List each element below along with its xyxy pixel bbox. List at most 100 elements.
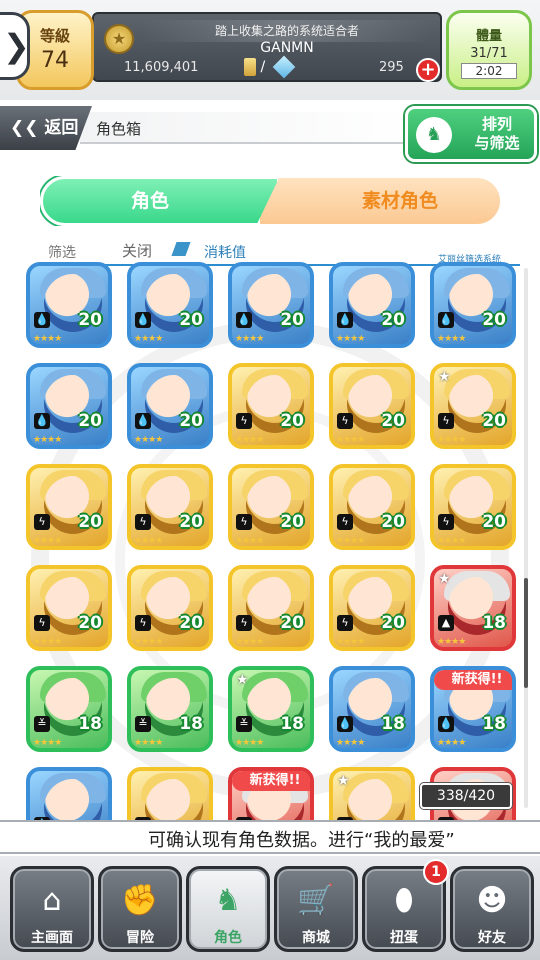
sort-filter-button[interactable]: ♞ 排列 与筛选 xyxy=(405,106,537,162)
cost-value: 20 xyxy=(381,411,405,431)
add-stones-button[interactable]: + xyxy=(416,58,440,82)
character-card[interactable]: ϟ xyxy=(127,767,213,820)
cost-value: 18 xyxy=(381,714,405,734)
rarity-stars: ★★★★ xyxy=(235,536,264,546)
page-title-bar: 角色箱 xyxy=(80,112,420,144)
character-card[interactable]: ≚ 18 ★★★★ ★ xyxy=(228,666,314,752)
rabbit-icon: ♞ xyxy=(416,117,452,153)
character-card[interactable]: ϟ 20 ★★★★ xyxy=(26,565,112,651)
cost-value: 20 xyxy=(179,613,203,633)
thunder-element-icon: ϟ xyxy=(135,514,151,530)
favorite-star-icon: ★ xyxy=(236,672,249,688)
cost-value: 20 xyxy=(179,310,203,330)
cost-value: 18 xyxy=(482,613,506,633)
scrollbar-thumb[interactable] xyxy=(524,578,528,688)
water-element-icon: 💧 xyxy=(34,413,50,429)
cost-value: 20 xyxy=(381,613,405,633)
character-card[interactable]: ϟ 20 ★★★★ xyxy=(329,464,415,550)
wind-element-icon: ≚ xyxy=(34,716,50,732)
crystal-icon xyxy=(272,55,295,79)
cost-value: 20 xyxy=(482,512,506,532)
nav-home-button[interactable]: ⌂ 主画面 xyxy=(10,866,94,952)
scrollbar[interactable] xyxy=(524,268,528,808)
water-element-icon: 💧 xyxy=(337,716,353,732)
nav-character-button[interactable]: ♞ 角色 xyxy=(186,866,270,952)
friends-icon: ☻ xyxy=(476,883,508,918)
rarity-stars: ★★★★ xyxy=(336,334,365,344)
character-grid: 💧 20 ★★★★ 💧 20 ★★★★ 💧 20 ★★★★ 💧 20 ★★★★ 💧 20 ★★★★ 💧 20 ★★… xyxy=(26,262,526,820)
character-card[interactable]: ϟ 20 ★★★★ xyxy=(127,565,213,651)
nav-adventure-button[interactable]: ✊ 冒险 xyxy=(98,866,182,952)
rarity-stars: ★★★★ xyxy=(134,435,163,445)
tab-character[interactable]: 角色 xyxy=(40,176,280,226)
rarity-stars: ★★★★ xyxy=(437,738,466,748)
player-name: GANMN xyxy=(260,40,314,56)
rarity-stars: ★★★★ xyxy=(33,536,62,546)
sort-key-label[interactable]: 消耗值 xyxy=(204,242,246,262)
sort-label-line2: 与筛选 xyxy=(474,134,520,152)
character-card[interactable]: ϟ 20 ★★★★ xyxy=(127,464,213,550)
character-card[interactable]: ▲ 18 ★★★★ ★ xyxy=(430,565,516,651)
inventory-count: 338/420 xyxy=(420,783,512,809)
cost-value: 20 xyxy=(78,411,102,431)
cost-value: 20 xyxy=(381,512,405,532)
character-card[interactable]: ϟ 20 ★★★★ xyxy=(329,565,415,651)
notification-badge: 1 xyxy=(423,859,449,885)
expand-tab[interactable]: ❯ xyxy=(0,12,30,80)
character-card[interactable]: 💧 18 ★★★★ xyxy=(329,666,415,752)
water-element-icon: 💧 xyxy=(135,312,151,328)
stone-count: 295 xyxy=(379,60,404,75)
character-card[interactable]: 💧 20 ★★★★ xyxy=(430,262,516,348)
cost-value: 20 xyxy=(78,512,102,532)
cost-value: 20 xyxy=(482,310,506,330)
back-button[interactable]: ❮❮ 返回 xyxy=(0,106,92,150)
cost-value: 18 xyxy=(78,714,102,734)
character-card[interactable]: ≚ 18 ★★★★ xyxy=(26,666,112,752)
filter-toggle[interactable]: 关闭 xyxy=(122,240,152,261)
thunder-element-icon: ϟ xyxy=(236,615,252,631)
character-card[interactable]: 💧 20 ★★★★ xyxy=(329,262,415,348)
sort-label-line1: 排列 xyxy=(481,115,512,133)
cost-value: 20 xyxy=(381,310,405,330)
character-card[interactable]: 💧 xyxy=(26,767,112,820)
character-card[interactable]: 💧 20 ★★★★ xyxy=(228,262,314,348)
character-card[interactable]: ▲新获得!! xyxy=(228,767,314,820)
new-badge: 新获得!! xyxy=(232,771,310,791)
currency-icons: / xyxy=(244,55,295,79)
rarity-stars: ★★★★ xyxy=(134,637,163,647)
top-status-bar: ❯ 等級 74 ★ 踏上收集之路的系统适合者 GANMN 11,609,401 … xyxy=(0,0,540,100)
rarity-stars: ★★★★ xyxy=(336,435,365,445)
new-badge: 新获得!! xyxy=(434,670,512,690)
sort-filter-label: 排列 与筛选 xyxy=(464,115,530,153)
character-card[interactable]: 💧 20 ★★★★ xyxy=(26,262,112,348)
water-element-icon: 💧 xyxy=(438,716,454,732)
nav-adventure-label: 冒险 xyxy=(126,930,154,946)
character-card[interactable]: ϟ★ xyxy=(329,767,415,820)
character-card[interactable]: ≚ 18 ★★★★ xyxy=(127,666,213,752)
tab-material-character[interactable]: 素材角色 xyxy=(260,178,500,224)
thunder-element-icon: ϟ xyxy=(34,615,50,631)
player-title: 踏上收集之路的系统适合者 xyxy=(142,20,432,42)
cost-value: 18 xyxy=(482,714,506,734)
character-card[interactable]: ϟ 20 ★★★★ xyxy=(329,363,415,449)
character-card[interactable]: ϟ 20 ★★★★ xyxy=(26,464,112,550)
nav-friends-label: 好友 xyxy=(478,930,506,946)
character-card[interactable]: ϟ 20 ★★★★ ★ xyxy=(430,363,516,449)
water-element-icon: 💧 xyxy=(438,312,454,328)
character-card[interactable]: ϟ 20 ★★★★ xyxy=(228,565,314,651)
thunder-element-icon: ϟ xyxy=(135,615,151,631)
character-card[interactable]: 💧 20 ★★★★ xyxy=(127,262,213,348)
character-card[interactable]: 💧 18 ★★★★ 新获得!! xyxy=(430,666,516,752)
nav-gacha-button[interactable]: ⬮ 扭蛋 1 xyxy=(362,859,449,952)
thunder-element-icon: ϟ xyxy=(337,514,353,530)
nav-friends-button[interactable]: ☻ 好友 xyxy=(450,866,534,952)
rarity-stars: ★★★★ xyxy=(134,738,163,748)
character-card[interactable]: ϟ 20 ★★★★ xyxy=(430,464,516,550)
character-card[interactable]: ϟ 20 ★★★★ xyxy=(228,464,314,550)
character-card[interactable]: 💧 20 ★★★★ xyxy=(26,363,112,449)
cost-value: 20 xyxy=(78,613,102,633)
nav-shop-button[interactable]: 🛒 商城 xyxy=(274,866,358,952)
character-card[interactable]: 💧 20 ★★★★ xyxy=(127,363,213,449)
character-card[interactable]: ϟ 20 ★★★★ xyxy=(228,363,314,449)
rarity-stars: ★★★★ xyxy=(33,435,62,445)
